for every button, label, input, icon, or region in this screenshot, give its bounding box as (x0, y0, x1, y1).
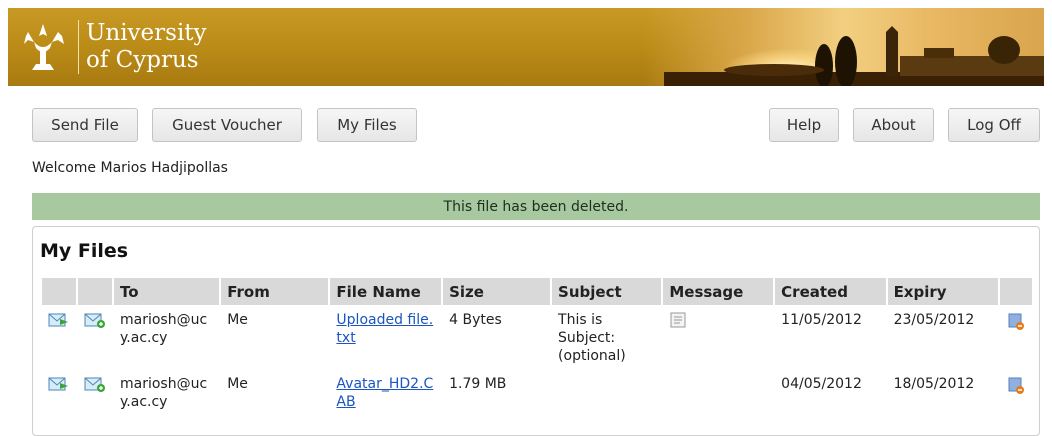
header-created[interactable]: Created (775, 278, 886, 305)
cell-size: 1.79 MB (449, 376, 507, 392)
header-expiry[interactable]: Expiry (887, 278, 998, 305)
about-button[interactable]: About (853, 108, 934, 142)
header-to[interactable]: To (114, 278, 220, 305)
envelope-plus-icon[interactable] (84, 375, 106, 393)
cell-to: mariosh@ucy.ac.cy (120, 376, 208, 410)
envelope-arrow-icon[interactable] (48, 375, 70, 393)
table-row: mariosh@ucy.ac.cy Me Avatar_HD2.CAB 1.79… (42, 369, 1032, 419)
cell-from: Me (227, 312, 248, 328)
log-off-button[interactable]: Log Off (948, 108, 1040, 142)
cell-from: Me (227, 376, 248, 392)
file-link[interactable]: Uploaded file.txt (336, 312, 433, 346)
files-table: To From File Name Size Subject Message C… (40, 278, 1034, 419)
university-logo-icon (24, 24, 64, 70)
logo-line-2: of Cyprus (86, 47, 199, 73)
cell-to: mariosh@ucy.ac.cy (120, 312, 208, 346)
site-banner: University of Cyprus (8, 8, 1044, 86)
logo-line-1: University (86, 20, 207, 46)
delete-file-icon[interactable] (1006, 311, 1026, 331)
cell-created: 04/05/2012 (781, 376, 862, 392)
delete-cell (1000, 305, 1032, 369)
cell-message (663, 369, 773, 419)
header-message[interactable]: Message (663, 278, 774, 305)
delete-file-icon[interactable] (1006, 375, 1026, 395)
university-name: University of Cyprus (86, 20, 207, 74)
cell-expiry: 18/05/2012 (893, 376, 975, 392)
table-row: mariosh@ucy.ac.cy Me Uploaded file.txt 4… (42, 305, 1032, 369)
cell-file-name: Uploaded file.txt (330, 305, 441, 369)
cell-expiry: 23/05/2012 (893, 312, 975, 328)
welcome-message: Welcome Marios Hadjipollas (32, 160, 228, 176)
cell-subject: This is Subject: (optional) (558, 312, 626, 364)
header-add (78, 278, 112, 305)
header-from[interactable]: From (221, 278, 329, 305)
logo-divider (78, 20, 79, 74)
header-size[interactable]: Size (443, 278, 551, 305)
cell-size: 4 Bytes (449, 312, 502, 328)
header-delete (999, 278, 1032, 305)
guest-voucher-button[interactable]: Guest Voucher (152, 108, 302, 142)
help-button[interactable]: Help (769, 108, 839, 142)
my-files-button[interactable]: My Files (317, 108, 417, 142)
my-files-title: My Files (40, 240, 129, 262)
send-file-button[interactable]: Send File (32, 108, 138, 142)
status-notice: This file has been deleted. (32, 193, 1040, 220)
resend-cell (42, 369, 76, 419)
envelope-arrow-icon[interactable] (48, 311, 70, 329)
header-resend (42, 278, 76, 305)
cell-subject (552, 369, 661, 419)
document-icon[interactable] (669, 311, 687, 329)
header-subject[interactable]: Subject (552, 278, 662, 305)
delete-cell (1000, 369, 1032, 419)
envelope-plus-icon[interactable] (84, 311, 106, 329)
cell-message (663, 305, 773, 369)
file-link[interactable]: Avatar_HD2.CAB (336, 376, 433, 410)
resend-cell (42, 305, 76, 369)
cell-created: 11/05/2012 (781, 312, 862, 328)
add-recipient-cell (78, 305, 112, 369)
add-recipient-cell (78, 369, 112, 419)
cell-file-name: Avatar_HD2.CAB (330, 369, 441, 419)
table-header-row: To From File Name Size Subject Message C… (42, 278, 1032, 305)
header-file-name[interactable]: File Name (330, 278, 442, 305)
